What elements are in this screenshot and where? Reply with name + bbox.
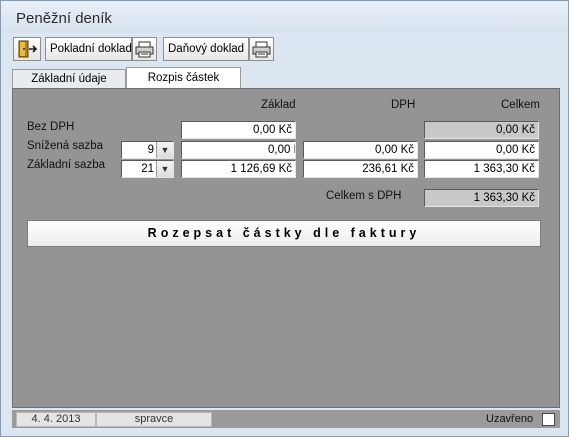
no-vat-base-field[interactable]: 0,00 Kč (181, 121, 296, 139)
print-tax-document-button[interactable] (249, 37, 274, 61)
reduced-rate-base-field[interactable]: 0,00 Kč (181, 141, 296, 159)
total-with-vat-label: Celkem s DPH (326, 190, 402, 202)
standard-rate-value: 21 (141, 163, 154, 175)
standard-rate-base-field[interactable]: 1 126,69 Kč (181, 160, 296, 178)
exit-button[interactable] (13, 37, 41, 61)
toolbar: Pokladní doklad Daňový doklad (10, 35, 560, 65)
header-base: Základ (261, 99, 296, 111)
tab-amount-breakdown-label: Rozpis částek (147, 72, 220, 84)
row-label-reduced-rate: Snížená sazba (27, 140, 104, 152)
status-user: spravce (96, 412, 212, 427)
closed-checkbox[interactable] (542, 413, 555, 426)
standard-rate-select[interactable]: 21 ▼ (121, 160, 174, 178)
reduced-rate-vat-field[interactable]: 0,00 Kč (303, 141, 418, 159)
tab-basic-info-label: Základní údaje (31, 73, 107, 85)
standard-rate-vat-field[interactable]: 236,61 Kč (303, 160, 418, 178)
reduced-rate-value: 9 (147, 144, 154, 156)
tab-amount-breakdown[interactable]: Rozpis částek (126, 67, 241, 88)
window: Peněžní deník Pokladní doklad Daňový dok… (0, 0, 569, 437)
header-vat: DPH (391, 99, 416, 111)
title-bar: Peněžní deník (1, 1, 568, 33)
no-vat-total-field: 0,00 Kč (424, 121, 539, 139)
standard-rate-total-field[interactable]: 1 363,30 Kč (424, 160, 539, 178)
print-cash-document-button[interactable] (132, 37, 157, 61)
exit-door-icon (14, 38, 40, 68)
status-date: 4. 4. 2013 (16, 412, 96, 427)
cash-document-button[interactable]: Pokladní doklad (45, 37, 132, 61)
tax-document-button[interactable]: Daňový doklad (163, 37, 249, 61)
window-title: Peněžní deník (16, 10, 112, 27)
row-label-standard-rate: Základní sazba (27, 159, 105, 171)
row-label-no-vat: Bez DPH (27, 121, 75, 133)
chevron-down-icon[interactable]: ▼ (156, 161, 173, 177)
status-bar: 4. 4. 2013 spravce Uzavřeno (12, 410, 560, 428)
header-total: Celkem (501, 99, 540, 111)
tab-basic-info[interactable]: Základní údaje (12, 69, 126, 88)
chevron-down-icon[interactable]: ▼ (156, 142, 173, 158)
reduced-rate-total-field[interactable]: 0,00 Kč (424, 141, 539, 159)
cash-document-label: Pokladní doklad (50, 43, 132, 55)
reduced-rate-select[interactable]: 9 ▼ (121, 141, 174, 159)
tax-document-label: Daňový doklad (168, 43, 245, 55)
total-with-vat-field: 1 363,30 Kč (424, 189, 539, 207)
printer-icon (133, 38, 156, 68)
breakdown-panel: Základ DPH Celkem Bez DPH 0,00 Kč 0,00 K… (12, 88, 560, 408)
closed-label: Uzavřeno (486, 413, 534, 425)
split-amounts-by-invoice-button[interactable]: Rozepsat částky dle faktury (27, 220, 541, 247)
printer-icon (250, 38, 273, 68)
